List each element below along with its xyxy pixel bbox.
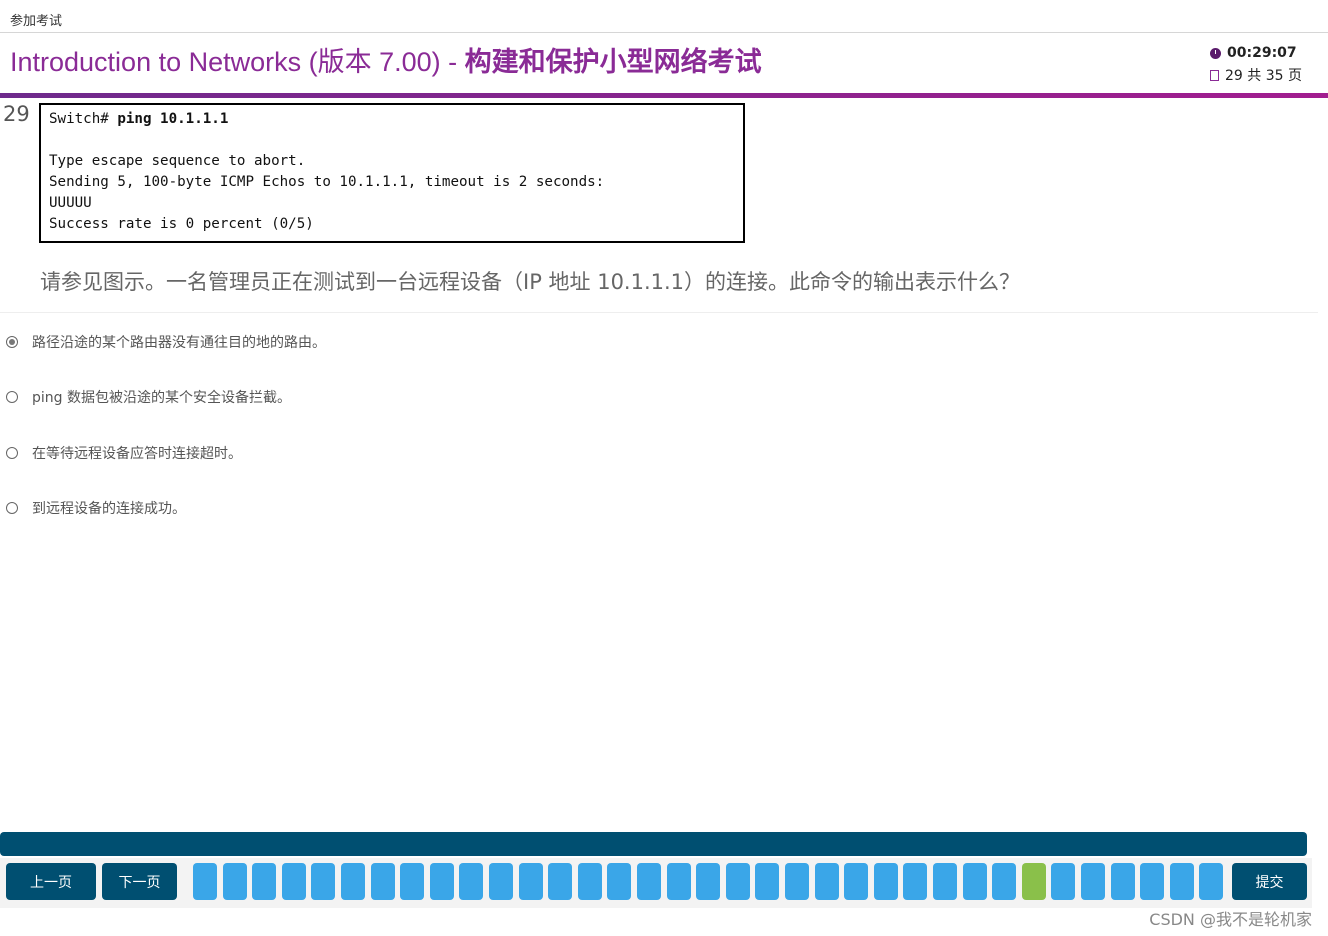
exhibit-line: Switch# ping 10.1.1.1 [49,109,735,130]
exam-title-prefix: Introduction to Networks (版本 7.00) - [10,47,465,77]
question-number: 29 [3,102,30,126]
exhibit-line: Success rate is 0 percent (0/5) [49,216,314,232]
exhibit-line: UUUUU [49,195,92,211]
page-square[interactable] [726,863,750,900]
page-square[interactable] [371,863,395,900]
answer-option-label: 路径沿途的某个路由器没有通往目的地的路由。 [32,335,326,351]
page-square[interactable] [548,863,572,900]
page-square[interactable] [785,863,809,900]
page-square[interactable] [1051,863,1075,900]
page-square[interactable] [963,863,987,900]
page-indicator: 29 共 35 页 [1225,68,1302,84]
page-square[interactable] [903,863,927,900]
exhibit-line [49,130,735,151]
page-square[interactable] [637,863,661,900]
answer-option-label: 在等待远程设备应答时连接超时。 [32,446,242,462]
answer-option-3[interactable]: 在等待远程设备应答时连接超时。 [6,443,242,463]
question-text: 请参见图示。一名管理员正在测试到一台远程设备（IP 地址 10.1.1.1）的连… [40,270,1021,294]
page-square[interactable] [341,863,365,900]
page-square[interactable] [578,863,602,900]
page-square[interactable] [933,863,957,900]
submit-button[interactable]: 提交 [1232,863,1307,900]
answer-option-1[interactable]: 路径沿途的某个路由器没有通往目的地的路由。 [6,332,326,352]
window-title: 参加考试 [10,14,63,29]
next-page-button[interactable]: 下一页 [102,863,177,900]
page-square[interactable] [844,863,868,900]
radio-button[interactable] [6,502,18,514]
page-icon [1210,69,1219,81]
exam-title-main: 构建和保护小型网络考试 [464,47,762,77]
page-square[interactable] [223,863,247,900]
question-exhibit: Switch# ping 10.1.1.1 Type escape sequen… [39,103,745,243]
exam-title: Introduction to Networks (版本 7.00) - 构建和… [10,40,762,79]
page-square[interactable] [667,863,691,900]
page-square[interactable] [755,863,779,900]
previous-page-button[interactable]: 上一页 [6,863,96,900]
exhibit-command: ping 10.1.1.1 [117,111,229,127]
page-square[interactable] [1140,863,1164,900]
page-square[interactable] [459,863,483,900]
page-square[interactable] [252,863,276,900]
page-square[interactable] [1170,863,1194,900]
radio-button[interactable] [6,447,18,459]
progress-bar [0,832,1307,856]
page-square[interactable] [1199,863,1223,900]
answer-option-label: 到远程设备的连接成功。 [32,501,186,517]
page-square[interactable] [874,863,898,900]
page-square[interactable] [430,863,454,900]
answer-option-label: ping 数据包被沿途的某个安全设备拦截。 [32,390,291,406]
page-square-current[interactable] [1022,863,1046,900]
timer-value: 00:29:07 [1227,45,1297,61]
radio-button-selected[interactable] [6,336,18,348]
page-square[interactable] [696,863,720,900]
page-indicator-row: 29 共 35 页 [1210,64,1320,86]
page-square[interactable] [519,863,543,900]
page-square[interactable] [311,863,335,900]
exhibit-line: Sending 5, 100-byte ICMP Echos to 10.1.1… [49,174,605,190]
page-square[interactable] [815,863,839,900]
clock-icon [1210,47,1221,59]
page-square[interactable] [400,863,424,900]
timer-row: 00:29:07 [1210,42,1320,64]
title-divider [0,32,1328,33]
answer-option-4[interactable]: 到远程设备的连接成功。 [6,498,186,518]
question-divider [0,312,1318,313]
page-square[interactable] [607,863,631,900]
exhibit-prompt: Switch# [49,111,118,127]
header-accent-bar [0,93,1328,98]
page-square[interactable] [1081,863,1105,900]
exhibit-line: Type escape sequence to abort. [49,153,306,169]
page-square[interactable] [992,863,1016,900]
radio-button[interactable] [6,391,18,403]
exam-status: 00:29:07 29 共 35 页 [1210,42,1320,86]
page-square[interactable] [193,863,217,900]
page-square[interactable] [1111,863,1135,900]
answer-option-2[interactable]: ping 数据包被沿途的某个安全设备拦截。 [6,387,291,407]
watermark: CSDN @我不是轮机家 [1149,910,1312,929]
page-square[interactable] [282,863,306,900]
page-square[interactable] [489,863,513,900]
